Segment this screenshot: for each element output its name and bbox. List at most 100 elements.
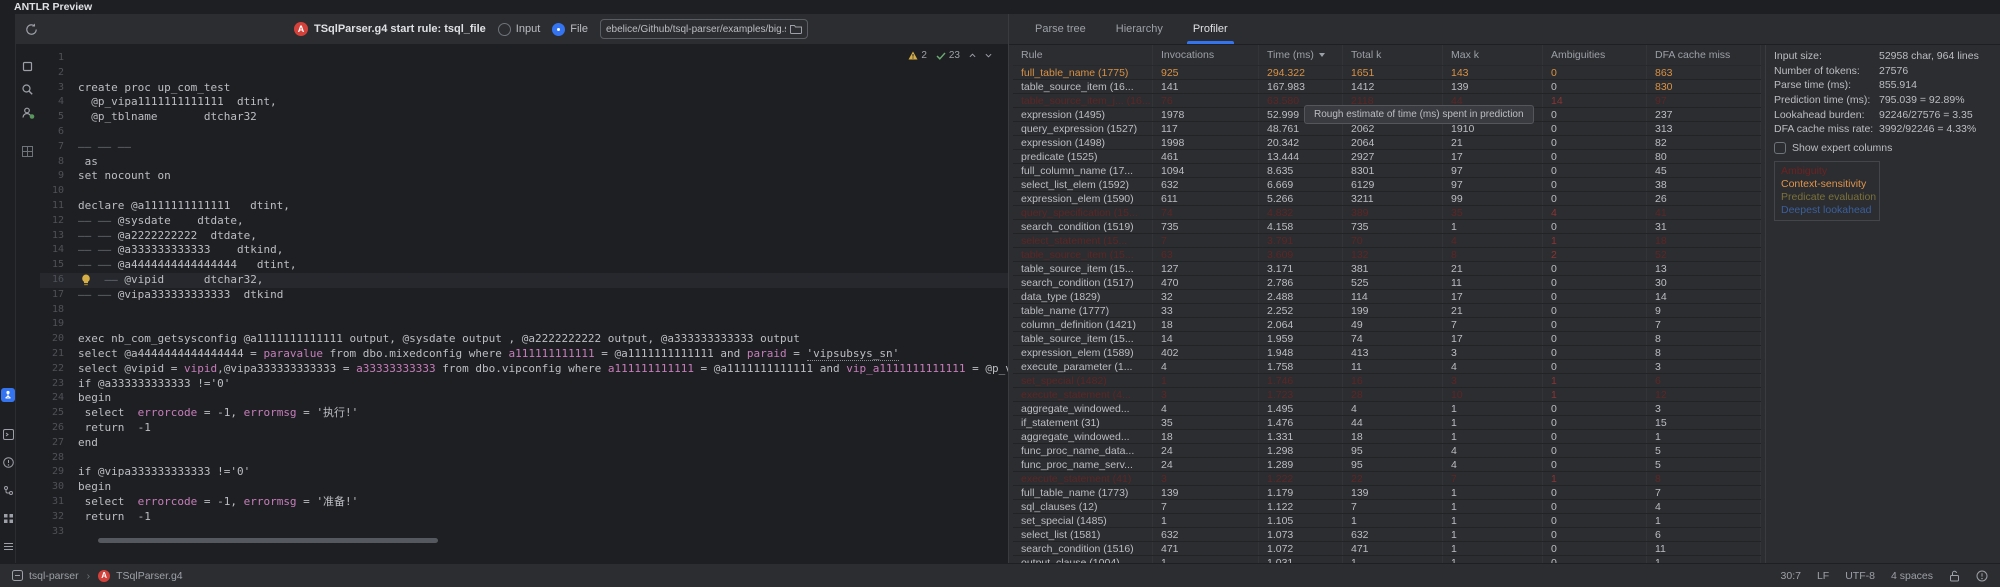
file-path-field[interactable]: ebelice/Github/tsql-parser/examples/big.… — [600, 19, 808, 39]
profiler-table-row[interactable]: execute_statement (4...31.7232810112 — [1013, 388, 1761, 402]
profiler-table-row[interactable]: search_condition (1519)7354.1587351031 — [1013, 220, 1761, 234]
stop-icon[interactable] — [21, 60, 35, 74]
profiler-table-row[interactable]: set_special (1485)11.1051101 — [1013, 514, 1761, 528]
inspections-widget[interactable]: 2 23 — [908, 50, 992, 61]
profiler-table-row[interactable]: func_proc_name_data...241.29895405 — [1013, 444, 1761, 458]
profiler-table-row[interactable]: output_clause (1004)11.0311101 — [1013, 556, 1761, 563]
editor-line[interactable]: 14—— —— @a333333333333 dtkind, — [40, 243, 1008, 258]
antlr-preview-tool-button[interactable] — [1, 388, 15, 402]
editor-line[interactable]: 32 return -1 — [40, 510, 1008, 525]
profiler-table-row[interactable]: expression (1498)199820.342206421082 — [1013, 136, 1761, 150]
indent-setting[interactable]: 4 spaces — [1891, 570, 1933, 582]
editor-line[interactable]: 13—— —— @a2222222222 dtdate, — [40, 229, 1008, 244]
editor-line[interactable]: 18 — [40, 303, 1008, 318]
breadcrumb-project[interactable]: tsql-parser — [29, 570, 79, 582]
folder-icon[interactable] — [790, 24, 802, 34]
tool-window-button-structure-icon[interactable] — [2, 512, 14, 524]
warnings-indicator[interactable]: 2 — [908, 50, 927, 61]
profiler-table-row[interactable]: full_table_name (1775)925294.32216511430… — [1013, 66, 1761, 80]
profiler-table-row[interactable]: expression_elem (1590)6115.266321199026 — [1013, 192, 1761, 206]
next-issue-icon[interactable] — [985, 52, 992, 59]
profiler-table-row[interactable]: select_list_elem (1592)6326.669612997038 — [1013, 178, 1761, 192]
editor-line[interactable]: 17—— —— @vipa333333333333 dtkind — [40, 288, 1008, 303]
profiler-table-row[interactable]: search_condition (1517)4702.78652511030 — [1013, 276, 1761, 290]
column-header-time[interactable]: Time (ms) — [1259, 45, 1343, 65]
editor-line[interactable]: 5 @p_tblname dtchar32 — [40, 110, 1008, 125]
column-header-dfa-cache-miss[interactable]: DFA cache miss — [1647, 45, 1761, 65]
profiler-table-row[interactable]: table_source_item (16...141167.983141213… — [1013, 80, 1761, 94]
profiler-table-row[interactable]: execute_statement (41)31.22222718 — [1013, 472, 1761, 486]
scrollbar-thumb[interactable] — [98, 538, 438, 543]
tool-window-button-problems-icon[interactable] — [2, 456, 14, 468]
line-ending[interactable]: LF — [1817, 570, 1829, 582]
profiler-table-row[interactable]: table_name (1777)332.2521992109 — [1013, 304, 1761, 318]
editor-line[interactable]: 28 — [40, 451, 1008, 466]
editor-line[interactable]: 16 —— @vipid dtchar32, — [40, 273, 1008, 288]
profiler-table-row[interactable]: aggregate_windowed...41.4954103 — [1013, 402, 1761, 416]
editor-line[interactable]: 21select @a4444444444444444 = paravalue … — [40, 347, 1008, 362]
profiler-table-row[interactable]: full_table_name (1773)1391.179139107 — [1013, 486, 1761, 500]
editor-line[interactable]: 2 — [40, 66, 1008, 81]
tool-window-button-vcs-icon[interactable] — [2, 484, 14, 496]
editor-line[interactable]: 26 return -1 — [40, 421, 1008, 436]
editor-line[interactable]: 15—— —— @a4444444444444444 dtint, — [40, 258, 1008, 273]
profiler-table-row[interactable]: data_type (1829)322.48811417014 — [1013, 290, 1761, 304]
profiler-table-row[interactable]: if_statement (31)351.476441015 — [1013, 416, 1761, 430]
editor-line[interactable]: 19 — [40, 317, 1008, 332]
profiler-table-row[interactable]: execute_parameter (1...41.75811403 — [1013, 360, 1761, 374]
editor-line[interactable]: 31 select errorcode = -1, errormsg = '准备… — [40, 495, 1008, 510]
profiler-table-row[interactable]: query_specification (15...744.8323893544… — [1013, 206, 1761, 220]
refresh-icon[interactable] — [24, 22, 39, 37]
profiler-table-row[interactable]: expression_elem (1589)4021.948413308 — [1013, 346, 1761, 360]
editor-line[interactable]: 7—— —— —— — [40, 140, 1008, 155]
editor-line[interactable]: 11declare @a1111111111111 dtint, — [40, 199, 1008, 214]
profiler-table-row[interactable]: predicate (1525)46113.444292717080 — [1013, 150, 1761, 164]
column-header-rule[interactable]: Rule — [1013, 45, 1153, 65]
input-radio[interactable]: Input — [498, 23, 540, 36]
caret-position[interactable]: 30:7 — [1781, 570, 1801, 582]
editor-line[interactable]: 8 as — [40, 155, 1008, 170]
profiler-table-row[interactable]: select_statement (15...73.791704118 — [1013, 234, 1761, 248]
typos-indicator[interactable]: 23 — [936, 50, 960, 61]
profiler-table-row[interactable]: query_expression (1527)11748.76120621910… — [1013, 122, 1761, 136]
tool-window-button-terminal-icon[interactable] — [2, 428, 14, 440]
editor-line[interactable]: 29if @vipa333333333333 !='0' — [40, 465, 1008, 480]
profiler-table-row[interactable]: column_definition (1421)182.06449707 — [1013, 318, 1761, 332]
column-header-invocations[interactable]: Invocations — [1153, 45, 1259, 65]
horizontal-scrollbar[interactable] — [78, 538, 1004, 543]
notifications-icon[interactable] — [1976, 570, 1988, 582]
editor-line[interactable]: 20exec nb_com_getsysconfig @a11111111111… — [40, 332, 1008, 347]
editor-line[interactable]: 1 — [40, 51, 1008, 66]
editor-line[interactable]: 3create proc up_com_test — [40, 81, 1008, 96]
editor-line[interactable]: 10 — [40, 184, 1008, 199]
code-editor[interactable]: 2 23 123create proc up_com_test4 @p_vipa… — [40, 45, 1008, 545]
tab-parse-tree[interactable]: Parse tree — [1035, 14, 1086, 44]
profiler-table-row[interactable]: search_condition (1516)4711.0724711011 — [1013, 542, 1761, 556]
profiler-table-row[interactable]: table_source_item (15...1273.17138121013 — [1013, 262, 1761, 276]
search-icon[interactable] — [21, 83, 35, 97]
unlock-icon[interactable] — [1949, 570, 1960, 582]
column-header-max-k[interactable]: Max k — [1443, 45, 1543, 65]
file-encoding[interactable]: UTF-8 — [1845, 570, 1875, 582]
tab-profiler[interactable]: Profiler — [1193, 14, 1228, 44]
editor-line[interactable]: 24begin — [40, 391, 1008, 406]
editor-line[interactable]: 23if @a333333333333 !='0' — [40, 377, 1008, 392]
profiler-table-row[interactable]: aggregate_windowed...181.33118101 — [1013, 430, 1761, 444]
profiler-icon[interactable] — [21, 106, 35, 120]
profiler-table-row[interactable]: table_source_item (15...633.6091328252 — [1013, 248, 1761, 262]
grid-icon[interactable] — [21, 145, 35, 159]
column-header-ambiguities[interactable]: Ambiguities — [1543, 45, 1647, 65]
profiler-table-row[interactable]: func_proc_name_serv...241.28995405 — [1013, 458, 1761, 472]
profiler-table-row[interactable]: select_list (1581)6321.073632106 — [1013, 528, 1761, 542]
editor-line[interactable]: 12—— —— @sysdate dtdate, — [40, 214, 1008, 229]
editor-line[interactable]: 9set nocount on — [40, 169, 1008, 184]
column-header-total-k[interactable]: Total k — [1343, 45, 1443, 65]
editor-line[interactable]: 27end — [40, 436, 1008, 451]
profiler-table-row[interactable]: table_source_item (15...141.959741708 — [1013, 332, 1761, 346]
breadcrumb-file[interactable]: TSqlParser.g4 — [116, 570, 183, 582]
prev-issue-icon[interactable] — [969, 52, 976, 59]
profiler-table-row[interactable]: set_special (1482)11.74616316 — [1013, 374, 1761, 388]
profiler-table-row[interactable]: sql_clauses (12)71.1227104 — [1013, 500, 1761, 514]
editor-line[interactable]: 30begin — [40, 480, 1008, 495]
tool-window-button-services-icon[interactable] — [2, 540, 14, 552]
